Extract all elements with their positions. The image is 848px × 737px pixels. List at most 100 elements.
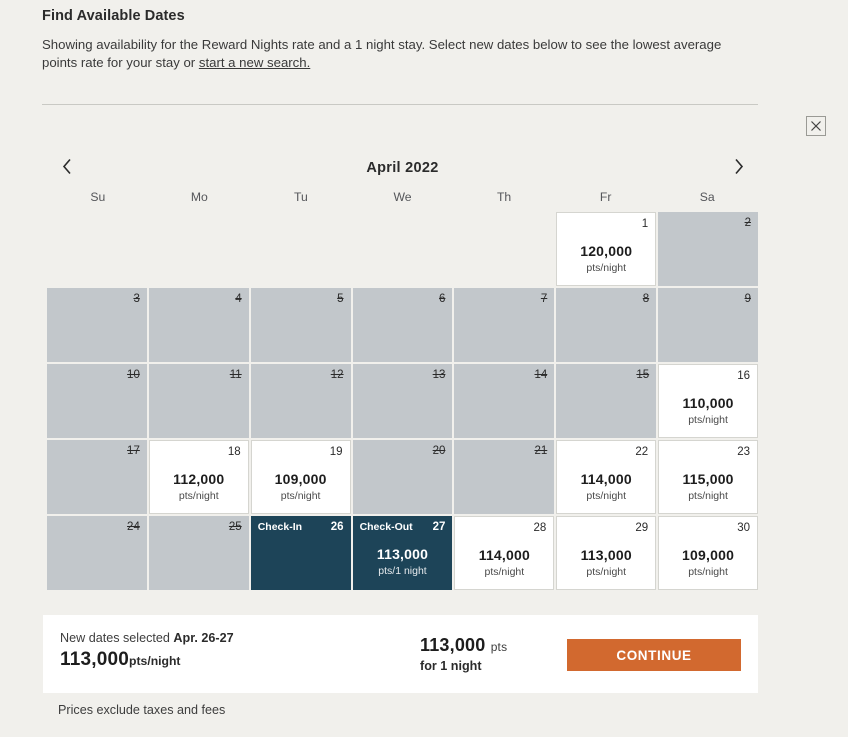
calendar-cell-empty bbox=[149, 212, 249, 286]
price-footnote: Prices exclude taxes and fees bbox=[58, 703, 225, 717]
calendar-day-cell[interactable]: 1120,000pts/night bbox=[556, 212, 656, 286]
calendar-cell-price: 113,000pts/1 night bbox=[353, 546, 453, 577]
calendar-day-cell: 15 bbox=[556, 364, 656, 438]
calendar-cell-empty bbox=[454, 212, 554, 286]
header-block: Find Available Dates Showing availabilit… bbox=[42, 8, 758, 72]
calendar-cell-points: 110,000 bbox=[659, 395, 757, 411]
calendar-cell-unit: pts/night bbox=[659, 414, 757, 426]
calendar: April 2022 SuMoTuWeThFrSa 1120,000pts/ni… bbox=[47, 150, 758, 590]
weekday-label-tu: Tu bbox=[250, 190, 352, 204]
calendar-day-number: 10 bbox=[127, 369, 140, 381]
calendar-cell-price: 110,000 pts/night bbox=[659, 395, 757, 426]
calendar-day-cell: 11 bbox=[149, 364, 249, 438]
calendar-day-number: 19 bbox=[330, 446, 343, 458]
calendar-day-cell[interactable]: 18112,000pts/night bbox=[149, 440, 249, 514]
calendar-cell-points: 115,000 bbox=[659, 471, 757, 487]
calendar-day-number: 7 bbox=[541, 293, 547, 305]
calendar-day-number: 3 bbox=[133, 293, 139, 305]
summary-total-points: 113,000 bbox=[420, 635, 485, 655]
summary-nightly-unit: pts/night bbox=[129, 654, 180, 668]
calendar-day-cell[interactable]: 19 109,000 pts/night bbox=[251, 440, 351, 514]
calendar-day-cell: 17 bbox=[47, 440, 147, 514]
summary-nightly-points: 113,000 bbox=[60, 649, 129, 670]
summary-total-unit: pts bbox=[491, 640, 508, 654]
calendar-cell-points: 114,000 bbox=[455, 547, 553, 563]
chevron-right-icon bbox=[733, 158, 744, 178]
weekday-header-row: SuMoTuWeThFrSa bbox=[47, 190, 758, 204]
close-button[interactable] bbox=[806, 116, 826, 136]
calendar-cell-unit: pts/night bbox=[252, 490, 350, 502]
calendar-day-cell: 24 bbox=[47, 516, 147, 590]
calendar-day-number: 15 bbox=[636, 369, 649, 381]
calendar-day-cell: 6 bbox=[353, 288, 453, 362]
calendar-day-number: 13 bbox=[433, 369, 446, 381]
weekday-label-we: We bbox=[352, 190, 454, 204]
calendar-cell-points: 109,000 bbox=[659, 547, 757, 563]
calendar-day-cell: 21 bbox=[454, 440, 554, 514]
calendar-cell-unit: pts/night bbox=[659, 566, 757, 578]
calendar-day-number: 26 bbox=[331, 521, 344, 533]
weekday-label-fr: Fr bbox=[555, 190, 657, 204]
calendar-day-cell[interactable]: 28114,000pts/night bbox=[454, 516, 554, 590]
calendar-day-cell: 14 bbox=[454, 364, 554, 438]
calendar-day-number: 27 bbox=[433, 521, 446, 533]
calendar-day-number: 22 bbox=[635, 446, 648, 458]
calendar-day-number: 25 bbox=[229, 521, 242, 533]
calendar-cell-price: 120,000pts/night bbox=[557, 243, 655, 274]
calendar-day-number: 11 bbox=[230, 369, 242, 381]
calendar-day-cell[interactable]: 16110,000pts/night bbox=[658, 364, 758, 438]
calendar-day-number: 12 bbox=[331, 369, 344, 381]
calendar-cell-unit: pts/1 night bbox=[353, 565, 453, 577]
calendar-day-cell[interactable]: 23 115,000 pts/night bbox=[658, 440, 758, 514]
intro-text: Showing availability for the Reward Nigh… bbox=[42, 36, 758, 72]
calendar-cell-price: 114,000pts/night bbox=[557, 471, 655, 502]
close-icon bbox=[810, 120, 822, 132]
calendar-cell-unit: pts/night bbox=[557, 566, 655, 578]
calendar-month-title: April 2022 bbox=[47, 150, 758, 186]
prev-month-button[interactable] bbox=[53, 154, 81, 182]
calendar-day-number: 6 bbox=[439, 293, 445, 305]
intro-text-body: Showing availability for the Reward Nigh… bbox=[42, 37, 721, 70]
calendar-day-cell: 10 bbox=[47, 364, 147, 438]
chevron-left-icon bbox=[62, 158, 73, 178]
calendar-cell-unit: pts/night bbox=[659, 490, 757, 502]
calendar-day-cell: 7 bbox=[454, 288, 554, 362]
summary-nightly-rate: 113,000pts/night bbox=[60, 649, 234, 671]
calendar-day-number: 5 bbox=[337, 293, 343, 305]
calendar-cell-points: 109,000 bbox=[252, 471, 350, 487]
calendar-day-cell[interactable]: 30109,000pts/night bbox=[658, 516, 758, 590]
calendar-cell-unit: pts/night bbox=[455, 566, 553, 578]
summary-dates-block: New dates selected Apr. 26-27 113,000pts… bbox=[60, 631, 234, 671]
calendar-grid: 1120,000pts/night23456789101112131415161… bbox=[47, 212, 758, 590]
calendar-day-cell: 12 bbox=[251, 364, 351, 438]
weekday-label-mo: Mo bbox=[149, 190, 251, 204]
calendar-day-cell: 2 bbox=[658, 212, 758, 286]
summary-selected-line: New dates selected Apr. 26-27 bbox=[60, 631, 234, 645]
calendar-cell-unit: pts/night bbox=[557, 490, 655, 502]
calendar-cell-empty bbox=[353, 212, 453, 286]
summary-selected-dates: Apr. 26-27 bbox=[173, 631, 233, 645]
summary-total-stay: for 1 night bbox=[420, 659, 507, 673]
start-new-search-link[interactable]: start a new search. bbox=[199, 55, 310, 70]
calendar-day-number: 4 bbox=[235, 293, 241, 305]
calendar-day-cell[interactable]: Check-Out27113,000pts/1 night bbox=[353, 516, 453, 590]
continue-button[interactable]: CONTINUE bbox=[567, 639, 741, 671]
calendar-cell-price: 113,000pts/night bbox=[557, 547, 655, 578]
calendar-day-cell[interactable]: Check-In26 bbox=[251, 516, 351, 590]
calendar-day-cell: 4 bbox=[149, 288, 249, 362]
summary-total-row: 113,000 pts bbox=[420, 635, 507, 656]
calendar-day-number: 21 bbox=[534, 445, 547, 457]
weekday-label-su: Su bbox=[47, 190, 149, 204]
calendar-day-cell: 20 bbox=[353, 440, 453, 514]
calendar-day-number: 23 bbox=[737, 446, 750, 458]
calendar-day-number: 9 bbox=[745, 293, 751, 305]
calendar-day-cell[interactable]: 29113,000pts/night bbox=[556, 516, 656, 590]
calendar-day-cell[interactable]: 22 114,000pts/night bbox=[556, 440, 656, 514]
next-month-button[interactable] bbox=[724, 154, 752, 182]
calendar-day-cell: 25 bbox=[149, 516, 249, 590]
calendar-day-number: 20 bbox=[433, 445, 446, 457]
calendar-cell-points: 112,000 bbox=[150, 471, 248, 487]
calendar-day-number: 14 bbox=[534, 369, 547, 381]
page-title: Find Available Dates bbox=[42, 8, 758, 24]
calendar-day-cell: 5 bbox=[251, 288, 351, 362]
